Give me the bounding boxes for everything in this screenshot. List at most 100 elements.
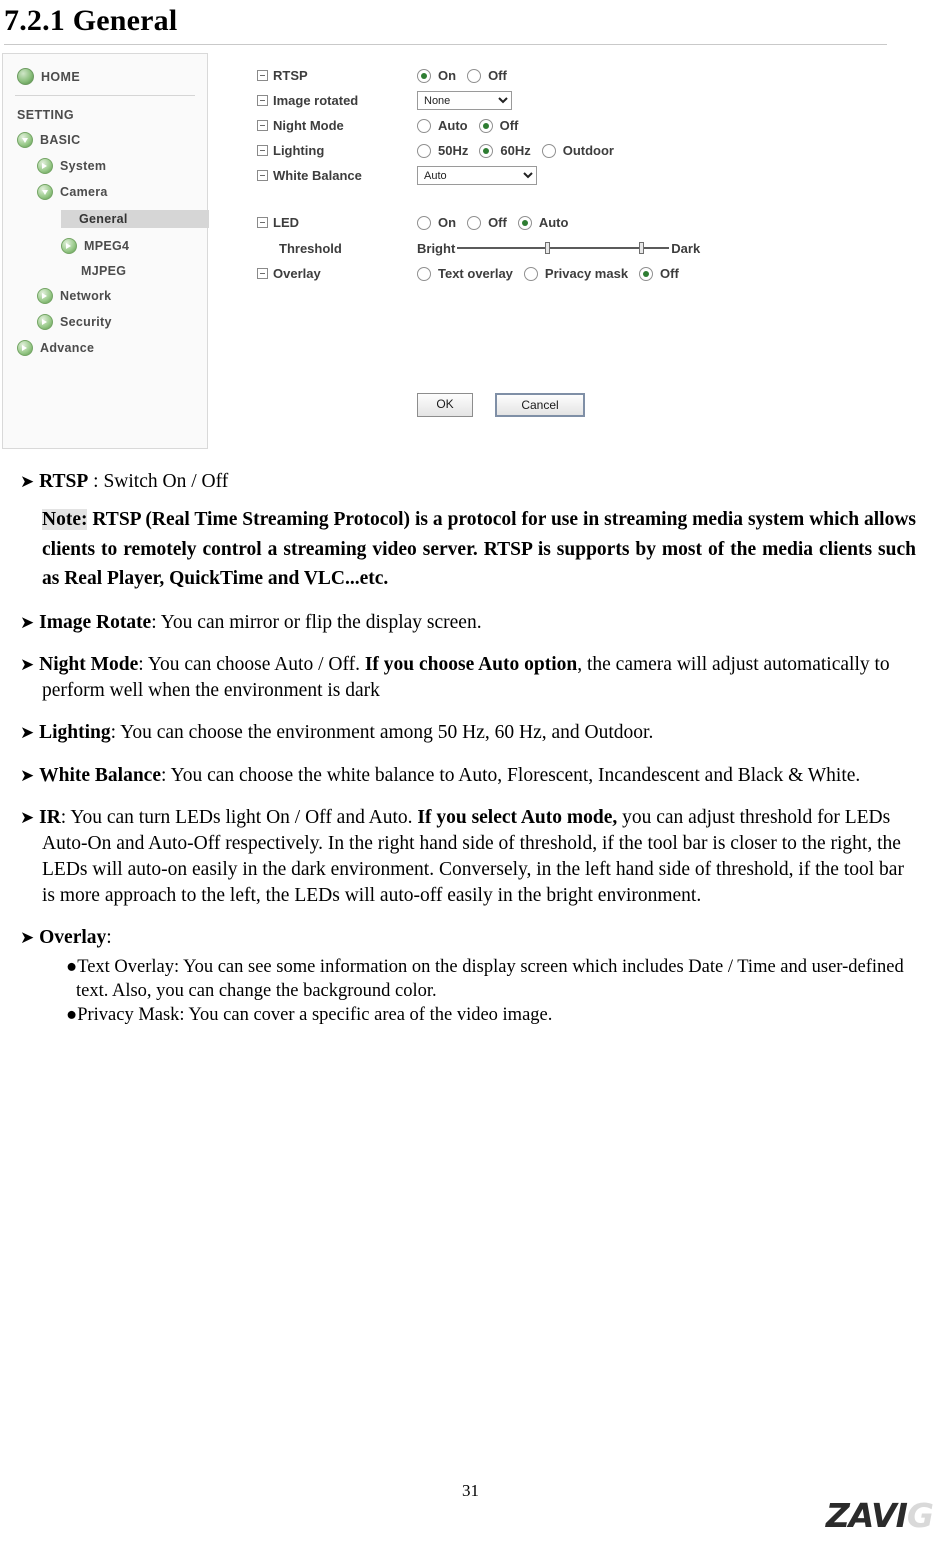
bullet-text-bold: If you choose Auto option [364, 654, 578, 676]
row-night-mode: Night Mode Auto Off [257, 113, 877, 138]
radio-label-lighting-outdoor: Outdoor [562, 143, 614, 158]
threshold-slider[interactable]: Bright Dark [417, 241, 700, 256]
radio-label-lighting-60hz: 60Hz [500, 143, 531, 158]
image-rotated-select[interactable]: None [417, 91, 512, 110]
label-led: LED [257, 215, 417, 230]
form-spacer [257, 188, 877, 210]
radio-lighting-50hz[interactable] [417, 143, 431, 158]
bullet-image-rotate: ➤ Image Rotate: You can mirror or flip t… [20, 610, 916, 636]
radio-led-off[interactable] [467, 215, 482, 230]
threshold-knob-right[interactable] [639, 242, 645, 254]
bullet-square-icon [257, 145, 268, 156]
general-settings-form: RTSP On Off Image rotated None Night Mod… [257, 63, 877, 286]
overlay-sub-items: ●Text Overlay: You can see some informat… [20, 955, 916, 1027]
sidebar-item-general[interactable]: General [61, 210, 209, 228]
bullet-night-mode: ➤ Night Mode: You can choose Auto / Off.… [20, 652, 916, 704]
radio-label-night-mode-off: Off [499, 118, 519, 133]
label-rtsp: RTSP [257, 68, 417, 83]
radio-overlay-privacy[interactable] [523, 266, 538, 281]
field-label: White Balance [273, 168, 362, 183]
camera-settings-screenshot: HOME SETTING BASIC System Camera General… [2, 53, 882, 453]
bullet-title: Image Rotate [39, 612, 152, 633]
bullet-square-icon [257, 95, 268, 106]
sidebar-item-home[interactable]: HOME [3, 54, 207, 85]
sidebar-item-advance[interactable]: Advance [3, 340, 207, 356]
label-image-rotated: Image rotated [257, 93, 417, 108]
row-lighting: Lighting 50Hz 60Hz Outdoor [257, 138, 877, 163]
bullet-arrow-icon: ➤ [20, 807, 35, 828]
sidebar-item-label: General [79, 212, 128, 226]
row-white-balance: White Balance Auto [257, 163, 877, 188]
note-text: RTSP (Real Time Streaming Protocol) is a… [42, 509, 916, 590]
radio-overlay-text[interactable] [417, 266, 431, 281]
radio-led-auto[interactable] [517, 215, 532, 230]
sidebar-item-basic[interactable]: BASIC [3, 132, 207, 148]
arrow-down-icon [37, 184, 53, 200]
bullet-square-icon [257, 70, 268, 81]
sub-item-text-overlay: ●Text Overlay: You can see some informat… [66, 957, 904, 1002]
radio-night-mode-auto[interactable] [417, 118, 431, 133]
field-label: LED [273, 215, 299, 230]
sidebar-item-camera[interactable]: Camera [3, 184, 207, 200]
label-white-balance: White Balance [257, 168, 417, 183]
radio-label-led-on: On [438, 215, 457, 230]
radio-led-on[interactable] [417, 215, 431, 230]
field-label: Lighting [273, 143, 325, 158]
bullet-white-balance: ➤ White Balance: You can choose the whit… [20, 763, 916, 789]
threshold-track[interactable] [457, 241, 670, 255]
bullet-text: : You can choose the environment among 5… [110, 722, 654, 744]
row-rtsp: RTSP On Off [257, 63, 877, 88]
radio-label-night-mode-auto: Auto [438, 118, 468, 133]
radio-rtsp-on[interactable] [417, 68, 431, 83]
note-paragraph: Note: RTSP (Real Time Streaming Protocol… [42, 505, 916, 594]
radio-rtsp-off[interactable] [467, 68, 482, 83]
bullet-text: : [106, 927, 112, 949]
row-image-rotated: Image rotated None [257, 88, 877, 113]
cancel-button[interactable]: Cancel [495, 393, 585, 417]
field-label: Overlay [273, 266, 321, 281]
bullet-ir: ➤ IR: You can turn LEDs light On / Off a… [20, 805, 916, 910]
radio-label-lighting-50hz: 50Hz [438, 143, 469, 158]
arrow-right-icon [17, 340, 33, 356]
sidebar-item-network[interactable]: Network [3, 288, 207, 304]
sidebar-item-label: Advance [40, 341, 95, 355]
sidebar-item-security[interactable]: Security [3, 314, 207, 330]
arrow-right-icon [37, 288, 53, 304]
screenshot-sidebar: HOME SETTING BASIC System Camera General… [2, 53, 209, 449]
sidebar-item-mjpeg[interactable]: MJPEG [3, 264, 207, 278]
arrow-right-icon [37, 158, 53, 174]
radio-label-led-off: Off [488, 215, 507, 230]
heading-divider [4, 44, 887, 45]
radio-lighting-60hz[interactable] [479, 143, 494, 158]
bullet-title: IR [39, 806, 61, 828]
arrow-down-icon [17, 132, 33, 148]
bullet-title: White Balance [39, 764, 161, 786]
field-label: Image rotated [273, 93, 359, 108]
radio-lighting-outdoor[interactable] [541, 143, 556, 158]
arrow-right-icon [37, 314, 53, 330]
bullet-text: : You can mirror or flip the display scr… [151, 612, 482, 633]
radio-night-mode-off[interactable] [478, 118, 493, 133]
ok-button[interactable]: OK [417, 393, 473, 417]
sidebar-item-label: MJPEG [81, 264, 127, 278]
bullet-arrow-icon: ➤ [20, 723, 35, 744]
label-threshold: Threshold [279, 240, 342, 256]
page-number: 31 [462, 1481, 479, 1500]
sidebar-item-label: BASIC [40, 133, 81, 147]
bullet-text-part1: : You can choose Auto / Off. [138, 654, 365, 676]
sidebar-item-label: MPEG4 [84, 239, 130, 253]
bullet-square-icon [257, 170, 268, 181]
brand-logo: ZAVIG [826, 1496, 934, 1535]
sidebar-item-system[interactable]: System [3, 158, 207, 174]
label-lighting: Lighting [257, 143, 417, 158]
sidebar-item-label: HOME [41, 69, 81, 84]
white-balance-select[interactable]: Auto [417, 166, 537, 185]
bullet-arrow-icon: ➤ [20, 928, 35, 949]
radio-overlay-off[interactable] [639, 266, 654, 281]
bullet-text-bold: If you select Auto mode, [417, 806, 618, 828]
bullet-rtsp: ➤ RTSP : Switch On / Off [20, 469, 916, 495]
threshold-knob-left[interactable] [545, 242, 551, 254]
page-title: 7.2.1 General [4, 4, 178, 37]
logo-last: G [906, 1496, 934, 1535]
sidebar-item-mpeg4[interactable]: MPEG4 [3, 238, 207, 254]
